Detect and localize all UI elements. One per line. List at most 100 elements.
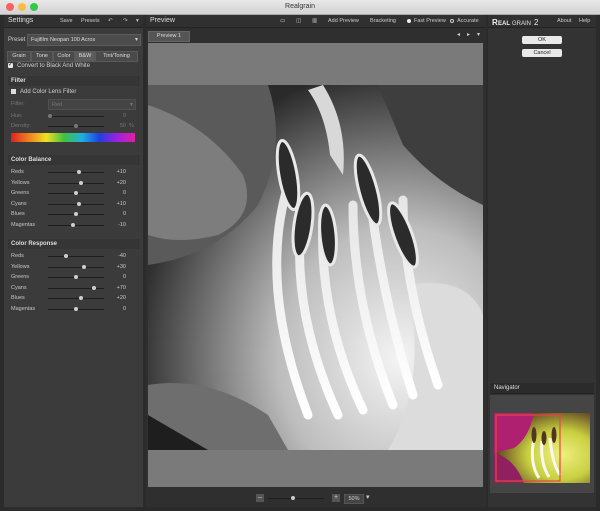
navigator-panel bbox=[490, 395, 594, 493]
chevron-down-icon[interactable]: ▾ bbox=[136, 18, 139, 24]
color-balance-slider-cyans[interactable] bbox=[48, 201, 104, 206]
tab-color[interactable]: Color bbox=[53, 51, 75, 62]
hue-slider[interactable] bbox=[48, 114, 104, 118]
chevron-left-icon[interactable]: ◂ bbox=[457, 31, 460, 38]
color-response-slider-knob[interactable] bbox=[63, 254, 68, 258]
bracketing-button[interactable]: Bracketing bbox=[370, 18, 396, 24]
filter-section-header: Filter bbox=[8, 76, 140, 86]
color-balance-slider-magentas[interactable] bbox=[48, 223, 104, 227]
filter-type-select[interactable]: Red ▾ bbox=[48, 99, 136, 110]
color-balance-slider-knob[interactable] bbox=[76, 201, 81, 206]
preset-select[interactable]: Fujifilm Neopan 100 Acros ▾ bbox=[27, 34, 141, 46]
svg-text:GRAIN: GRAIN bbox=[512, 21, 531, 27]
filter-type-label: Filter: bbox=[11, 101, 25, 107]
fast-preview-radio[interactable] bbox=[407, 19, 411, 23]
color-balance-label-greens: Greens bbox=[11, 190, 30, 197]
color-response-slider-yellows[interactable] bbox=[48, 264, 104, 269]
accurate-label: Accurate bbox=[457, 18, 479, 24]
accurate-radio[interactable] bbox=[450, 19, 454, 23]
color-response-label-magentas: Magentas bbox=[11, 306, 36, 312]
preset-select-value: Fujifilm Neopan 100 Acros bbox=[31, 37, 96, 43]
zoom-select[interactable]: 50% bbox=[344, 494, 364, 504]
color-response-value-yellows: +30 bbox=[116, 263, 126, 270]
density-slider-knob[interactable] bbox=[74, 124, 78, 128]
chevron-down-icon: ▾ bbox=[134, 37, 138, 43]
zoom-slider[interactable] bbox=[268, 496, 324, 500]
color-balance-value-reds: +10 bbox=[116, 169, 126, 175]
color-response-label-greens: Greens bbox=[11, 274, 30, 281]
color-response-slider-knob[interactable] bbox=[81, 264, 86, 269]
density-label: Density: bbox=[11, 123, 31, 129]
density-value: 50 bbox=[119, 123, 126, 129]
side-by-side-icon[interactable]: ▥ bbox=[312, 18, 317, 24]
color-response-slider-blues[interactable] bbox=[48, 296, 104, 301]
preview-image bbox=[148, 85, 483, 450]
convert-bw-label: Convert to Black And White bbox=[17, 63, 91, 69]
color-response-slider-knob[interactable] bbox=[74, 307, 78, 311]
color-balance-slider-yellows[interactable] bbox=[48, 180, 104, 185]
help-link[interactable]: Help bbox=[579, 18, 590, 24]
tab-bw[interactable]: B&W bbox=[75, 51, 95, 62]
color-balance-value-magentas: -10 bbox=[118, 222, 126, 228]
split-view-icon[interactable]: ◫ bbox=[296, 18, 301, 24]
color-response-label-cyans: Cyans bbox=[11, 284, 27, 291]
tab-preview-1[interactable]: Preview 1 bbox=[148, 31, 190, 42]
hue-spectrum-bar bbox=[11, 133, 135, 142]
flower-photo bbox=[148, 85, 483, 450]
color-balance-value-blues: 0 bbox=[122, 211, 126, 218]
color-balance-slider-reds[interactable] bbox=[48, 170, 104, 174]
navigator-thumbnail[interactable] bbox=[494, 413, 590, 483]
density-slider[interactable] bbox=[48, 124, 104, 128]
color-response-slider-knob[interactable] bbox=[92, 285, 97, 290]
color-balance-value-cyans: +10 bbox=[116, 200, 126, 207]
chevron-right-icon[interactable]: ▸ bbox=[467, 31, 470, 38]
window-title: Realgrain bbox=[285, 3, 315, 10]
zoom-out-button[interactable]: – bbox=[256, 494, 264, 502]
tab-tone[interactable]: Tone bbox=[31, 51, 53, 62]
color-response-value-cyans: +70 bbox=[116, 284, 126, 291]
convert-bw-checkbox[interactable]: ✓ bbox=[8, 62, 13, 68]
zoom-in-button[interactable]: + bbox=[332, 494, 340, 502]
navigator-title: Navigator bbox=[494, 385, 520, 391]
color-balance-label-magentas: Magentas bbox=[11, 222, 36, 228]
color-balance-slider-greens[interactable] bbox=[48, 191, 104, 196]
single-view-icon[interactable]: ▭ bbox=[280, 18, 285, 24]
add-lens-filter-checkbox[interactable] bbox=[11, 89, 16, 94]
color-balance-label-yellows: Yellows bbox=[11, 179, 30, 186]
color-balance-slider-knob[interactable] bbox=[79, 180, 84, 185]
color-response-heading: Color Response bbox=[11, 241, 58, 247]
color-balance-label-blues: Blues bbox=[11, 211, 25, 218]
hue-slider-knob[interactable] bbox=[48, 114, 52, 118]
preview-title: Preview bbox=[150, 17, 175, 24]
redo-icon[interactable]: ↷ bbox=[123, 18, 128, 24]
color-balance-value-greens: 0 bbox=[122, 190, 126, 197]
about-link[interactable]: About bbox=[557, 18, 571, 24]
ok-button[interactable]: OK bbox=[522, 36, 562, 44]
presets-button[interactable]: Presets bbox=[81, 18, 100, 24]
preview-header: Preview ▭ ◫ ▥ Add Preview Bracketing Fas… bbox=[146, 15, 486, 28]
color-response-slider-cyans[interactable] bbox=[48, 285, 104, 290]
svg-text:EAL: EAL bbox=[498, 21, 510, 27]
color-balance-section-header: Color Balance bbox=[8, 155, 140, 165]
chevron-down-icon: ▾ bbox=[129, 102, 133, 108]
save-button[interactable]: Save bbox=[60, 18, 73, 24]
cancel-button[interactable]: Cancel bbox=[522, 49, 562, 57]
chevron-down-icon[interactable]: ▾ bbox=[366, 493, 370, 501]
undo-icon[interactable]: ↶ bbox=[108, 18, 113, 24]
color-balance-value-yellows: +20 bbox=[116, 179, 126, 186]
color-response-value-reds: -40 bbox=[118, 253, 126, 259]
color-balance-slider-knob[interactable] bbox=[76, 170, 81, 174]
tab-tint-toning[interactable]: Tint/Toning bbox=[95, 51, 138, 62]
color-response-label-blues: Blues bbox=[11, 295, 25, 302]
add-lens-filter-label: Add Color Lens Filter bbox=[20, 89, 77, 95]
right-header: R EAL GRAIN 2 About Help bbox=[488, 15, 596, 28]
chevron-down-icon[interactable]: ▾ bbox=[477, 31, 480, 38]
color-response-slider-greens[interactable] bbox=[48, 275, 104, 280]
color-balance-slider-blues[interactable] bbox=[48, 212, 104, 217]
settings-title: Settings bbox=[8, 17, 34, 24]
color-response-slider-reds[interactable] bbox=[48, 254, 104, 258]
color-response-slider-magentas[interactable] bbox=[48, 307, 104, 311]
color-response-value-greens: 0 bbox=[122, 274, 126, 281]
color-balance-heading: Color Balance bbox=[11, 157, 52, 163]
add-preview-button[interactable]: Add Preview bbox=[328, 18, 359, 24]
